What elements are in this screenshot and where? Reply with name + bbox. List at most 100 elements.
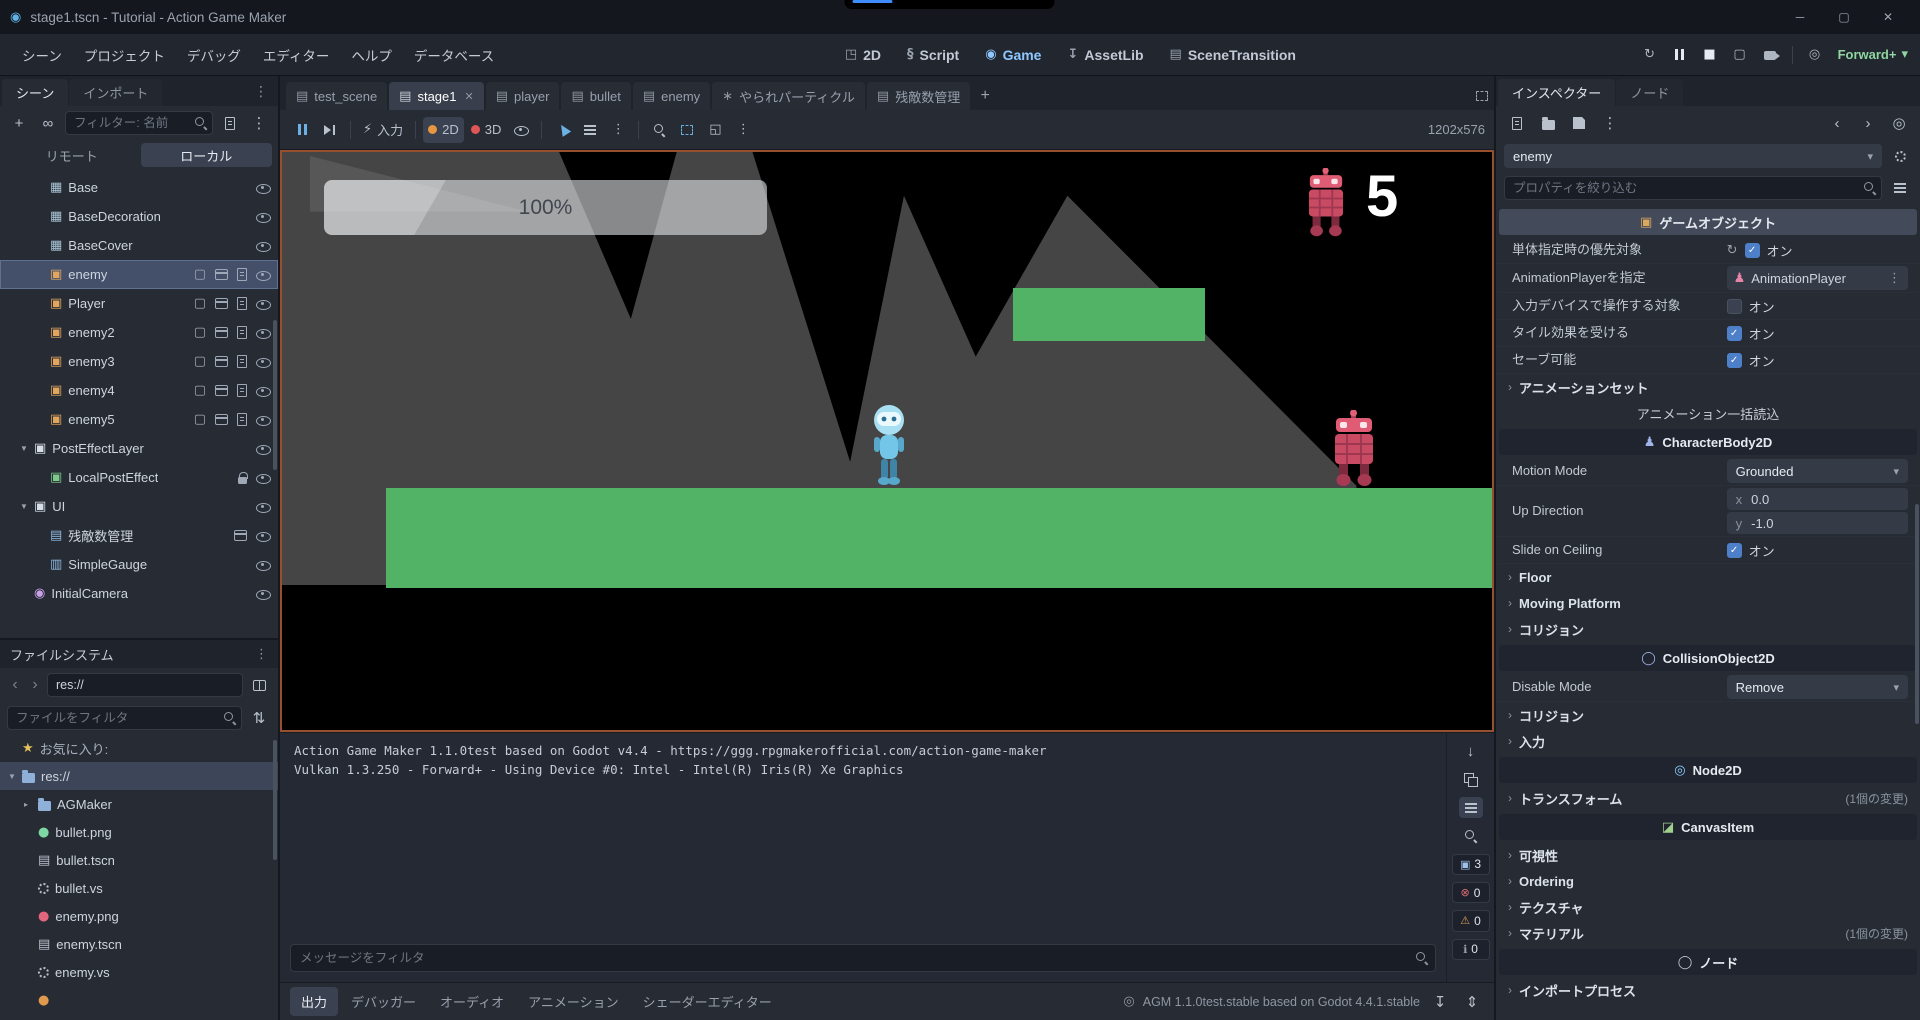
menu-エディター[interactable]: エディター [253, 40, 340, 70]
save-resource-button[interactable] [1567, 111, 1591, 135]
scene-node-Base[interactable]: ▦Base [0, 173, 278, 202]
section-Floor[interactable]: ›Floor [1498, 564, 1918, 590]
menu-ヘルプ[interactable]: ヘルプ [341, 40, 402, 70]
expand-panel-button[interactable]: ⇕ [1460, 990, 1484, 1014]
section-可視性[interactable]: ›可視性 [1498, 842, 1918, 868]
revert-icon[interactable]: ↻ [1727, 242, 1738, 258]
pause-game-button[interactable] [289, 117, 315, 143]
scene-node-UI[interactable]: ▼▣UI [0, 492, 278, 521]
input-device-toggle[interactable]: ⚡入力 [358, 117, 408, 143]
restart-button[interactable]: ↻ [1637, 42, 1663, 68]
scene-node-enemy[interactable]: ▣enemy▢ [0, 260, 278, 289]
zoom-region-button[interactable] [646, 117, 672, 143]
dropdown-Motion Mode[interactable]: Grounded▾ [1727, 459, 1908, 483]
scene-tab-enemy[interactable]: ▤enemy [633, 82, 710, 110]
scene-tab-stage1[interactable]: ▤stage1✕ [389, 82, 484, 110]
scene-node-BaseCover[interactable]: ▦BaseCover [0, 231, 278, 260]
inspector-tab-インスペクター[interactable]: インスペクター [1498, 79, 1615, 106]
scene-tree-menu-button[interactable]: ⋮ [247, 111, 271, 135]
keep-aspect-button[interactable]: ◱ [702, 117, 728, 143]
scene-node-enemy4[interactable]: ▣enemy4▢ [0, 376, 278, 405]
mode-3d-button[interactable]: 3D [466, 117, 507, 143]
filesystem-scrollbar[interactable] [273, 740, 277, 860]
next-frame-button[interactable] [317, 117, 343, 143]
new-scene-tab-button[interactable]: + [972, 82, 998, 110]
visibility-toggle-icon[interactable] [256, 413, 271, 426]
visibility-toggle-icon[interactable] [256, 210, 271, 223]
category-Node2D[interactable]: ◎Node2D [1499, 757, 1917, 783]
visibility-toggle-icon[interactable] [256, 239, 271, 252]
file-item-enemy.tscn[interactable]: ▤enemy.tscn [0, 930, 278, 958]
scene-node-InitialCamera[interactable]: ◉InitialCamera [0, 579, 278, 608]
expand-arrow-icon[interactable]: ▸ [24, 800, 38, 809]
expand-arrow-icon[interactable]: ▼ [8, 772, 22, 781]
attach-script-button[interactable] [218, 111, 242, 135]
close-tab-icon[interactable]: ✕ [465, 90, 474, 103]
scene-node-PostEffectLayer[interactable]: ▼▣PostEffectLayer [0, 434, 278, 463]
filesystem-menu-icon[interactable]: ⋮ [255, 648, 268, 661]
section-アニメーションセット[interactable]: ›アニメーションセット [1498, 374, 1918, 400]
maximize-button[interactable]: ▢ [1822, 0, 1866, 34]
load-resource-button[interactable] [1536, 111, 1560, 135]
fit-screen-button[interactable] [674, 117, 700, 143]
view-menu-button[interactable]: ⋮ [730, 117, 756, 143]
resource-menu-button[interactable]: ⋮ [1598, 111, 1622, 135]
visibility-toggle-icon[interactable] [256, 384, 271, 397]
vector-x-field[interactable]: x0.0 [1727, 488, 1908, 510]
scene-node-enemy2[interactable]: ▣enemy2▢ [0, 318, 278, 347]
section-コリジョン[interactable]: ›コリジョン [1498, 616, 1918, 642]
bottom-tab-出力[interactable]: 出力 [290, 987, 338, 1016]
dropdown-Disable Mode[interactable]: Remove▾ [1727, 675, 1908, 699]
stop-button[interactable]: ■ [1697, 42, 1723, 68]
info-filter[interactable]: ℹ0 [1452, 939, 1490, 960]
category-CanvasItem[interactable]: ◪CanvasItem [1499, 814, 1917, 840]
checkbox[interactable]: ✓ [1727, 543, 1742, 558]
select-mode-button[interactable] [549, 117, 575, 143]
visibility-toggle-icon[interactable] [256, 355, 271, 368]
bottom-tab-デバッガー[interactable]: デバッガー [340, 987, 427, 1016]
scene-node-残敵数管理[interactable]: ▤残敵数管理 [0, 521, 278, 550]
menu-プロジェクト[interactable]: プロジェクト [74, 40, 175, 70]
file-item-enemy.vs[interactable]: enemy.vs [0, 958, 278, 986]
history-forward-icon[interactable]: › [27, 676, 43, 694]
bottom-tab-アニメーション[interactable]: アニメーション [517, 987, 629, 1016]
row-アニメーション一括読込[interactable]: アニメーション一括読込 [1498, 400, 1918, 426]
checkbox[interactable]: ✓ [1727, 326, 1742, 341]
category-CharacterBody2D[interactable]: ♟CharacterBody2D [1499, 429, 1917, 455]
view-tab-ローカル[interactable]: ローカル [141, 143, 273, 167]
category-ゲームオブジェクト[interactable]: ▣ゲームオブジェクト [1499, 209, 1917, 235]
path-input[interactable] [47, 673, 243, 697]
view-tab-リモート[interactable]: リモート [6, 143, 138, 167]
sort-files-button[interactable]: ⇅ [247, 706, 271, 730]
message-filter-input[interactable] [290, 944, 1436, 972]
menu-データベース[interactable]: データベース [404, 40, 504, 70]
pin-panel-button[interactable]: ↧ [1428, 990, 1452, 1014]
camera-override-button[interactable] [508, 117, 534, 143]
scene-node-Player[interactable]: ▣Player▢ [0, 289, 278, 318]
pause-button[interactable] [1667, 42, 1693, 68]
section-マテリアル[interactable]: ›マテリアル(1個の変更) [1498, 920, 1918, 946]
all-messages-filter[interactable]: ▣3 [1452, 854, 1490, 875]
minimize-button[interactable]: ─ [1778, 0, 1822, 34]
scene-node-enemy5[interactable]: ▣enemy5▢ [0, 405, 278, 434]
open-docs-button[interactable]: ◎ [1887, 111, 1911, 135]
visibility-toggle-icon[interactable] [256, 268, 271, 281]
movie-maker-button[interactable] [1757, 42, 1783, 68]
menu-デバッグ[interactable]: デバッグ [177, 40, 251, 70]
section-コリジョン[interactable]: ›コリジョン [1498, 702, 1918, 728]
scene-node-SimpleGauge[interactable]: ▥SimpleGauge [0, 550, 278, 579]
mode-2d-button[interactable]: 2D [423, 117, 464, 143]
distraction-free-button[interactable] [1476, 88, 1488, 104]
section-インポートプロセス[interactable]: ›インポートプロセス [1498, 977, 1918, 1003]
expand-arrow-icon[interactable]: ▼ [20, 444, 34, 453]
history-forward-button[interactable]: › [1856, 111, 1880, 135]
file-item-bullet.vs[interactable]: bullet.vs [0, 874, 278, 902]
section-Ordering[interactable]: ›Ordering [1498, 868, 1918, 894]
history-back-icon[interactable]: ‹ [7, 676, 23, 694]
filter-messages-button[interactable] [1459, 797, 1483, 818]
errors-filter[interactable]: ⊗0 [1452, 882, 1490, 903]
section-テクスチャ[interactable]: ›テクスチャ [1498, 894, 1918, 920]
checkbox[interactable]: ✓ [1727, 353, 1742, 368]
visibility-toggle-icon[interactable] [256, 558, 271, 571]
file-item-enemy.png[interactable]: ●enemy.png [0, 902, 278, 930]
